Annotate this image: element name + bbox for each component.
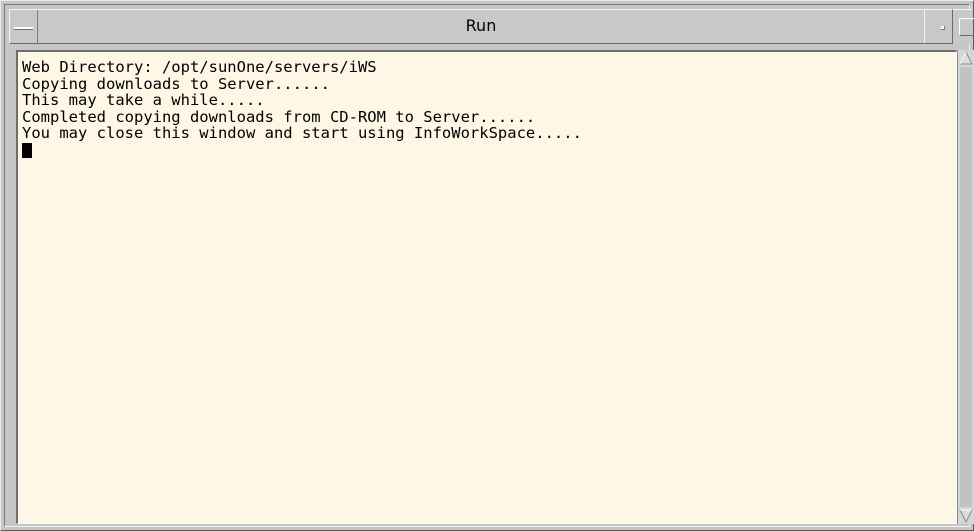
scrollbar-track[interactable] bbox=[960, 67, 972, 507]
vertical-scrollbar[interactable] bbox=[957, 50, 974, 524]
terminal-line: This may take a while..... bbox=[22, 91, 265, 109]
terminal-line: Web Directory: /opt/sunOne/servers/iWS bbox=[22, 58, 377, 76]
terminal-line: Copying downloads to Server...... bbox=[22, 74, 330, 93]
terminal-line: You may close this window and start usin… bbox=[22, 124, 582, 142]
window-menu-icon bbox=[14, 27, 33, 30]
terminal-output-area[interactable]: Web Directory: /opt/sunOne/servers/iWS C… bbox=[16, 50, 957, 524]
terminal-log: Web Directory: /opt/sunOne/servers/iWS C… bbox=[22, 59, 582, 158]
maximize-icon bbox=[959, 18, 974, 36]
scroll-up-arrow-icon[interactable] bbox=[959, 51, 973, 65]
run-window: Run Web Directory: /opt/sunOne/servers/i… bbox=[0, 0, 974, 531]
scroll-down-arrow-icon[interactable] bbox=[959, 509, 973, 523]
text-cursor bbox=[22, 142, 32, 158]
terminal-line: Completed copying downloads from CD-ROM … bbox=[22, 107, 536, 126]
maximize-button[interactable] bbox=[952, 9, 974, 44]
window-menu-button[interactable] bbox=[10, 10, 38, 43]
title-bar[interactable]: Run bbox=[9, 9, 959, 44]
window-title: Run bbox=[465, 16, 497, 35]
minimize-icon bbox=[941, 26, 945, 30]
